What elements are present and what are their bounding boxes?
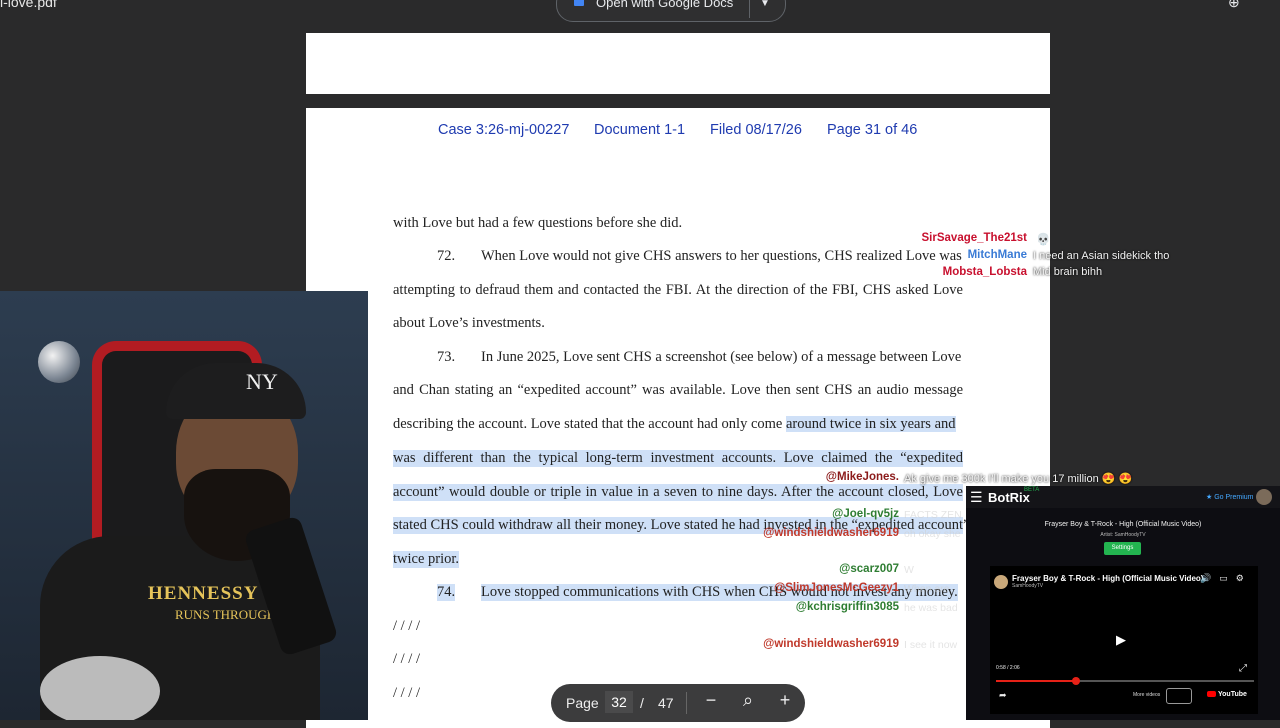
more-videos-label[interactable]: More videos (1133, 692, 1160, 698)
webcam-overlay: NY HENNESSY RUNS THROUGH MY (0, 291, 368, 720)
case-number: Case 3:26-mj-00227 (438, 122, 570, 138)
toolbar-divider (686, 692, 687, 714)
chat-message: Ak give me 300k I'll make you 17 million… (904, 473, 1133, 485)
disco-ball (38, 341, 80, 383)
chat-username: MitchMane (967, 249, 1027, 261)
chat-message: Mid brain bihh (1033, 266, 1103, 278)
cap-logo: NY (246, 369, 278, 394)
chat-username: SirSavage_The21st (921, 232, 1027, 244)
separator-line: / / / / (393, 618, 420, 634)
menu-icon[interactable]: ☰ (970, 489, 983, 506)
play-icon[interactable]: ▶ (1116, 632, 1126, 648)
file-name: i-love.pdf (0, 0, 57, 10)
highlighted-line: account” would double or triple in value… (393, 484, 963, 501)
chat-username: @scarz007 (839, 563, 899, 575)
gear-icon[interactable]: ⚙ (1236, 573, 1252, 583)
highlighted-line: was different than the typical long-term… (393, 450, 963, 467)
shirt-text: HENNESSY (148, 583, 259, 604)
zoom-out-button[interactable]: − (698, 690, 724, 711)
filed-date: Filed 08/17/26 (710, 122, 802, 138)
chat-message: I see it now (904, 639, 958, 651)
channel-avatar[interactable] (994, 575, 1008, 589)
settings-button[interactable]: Settings (1104, 542, 1141, 555)
chat-username: @kchrisgriffin3085 (795, 601, 899, 613)
volume-icon[interactable]: 🔊 (1200, 573, 1219, 583)
doc-line: and Chan stating an “expedited account” … (393, 382, 963, 398)
chat-message: I need an Asian sidekick tho (1033, 250, 1170, 262)
separator-line: / / / / (393, 651, 420, 667)
progress-knob[interactable] (1072, 677, 1080, 685)
video-channel: SamHoodyTV (1012, 583, 1044, 589)
chat-message: When are (904, 583, 950, 595)
page-separator: / (640, 695, 644, 711)
chat-username: @windshieldwasher6919 (763, 638, 899, 650)
document-number: Document 1-1 (594, 122, 686, 138)
highlighted-text: around twice in six years and (785, 416, 956, 432)
page-of: Page 31 of 46 (827, 122, 918, 138)
chat-message: he was bad (904, 602, 958, 614)
separator-line: / / / / (393, 685, 420, 701)
doc-line-text: describing the account. Love stated that… (393, 416, 786, 432)
more-videos-thumbnail[interactable] (1166, 688, 1192, 704)
share-icon[interactable]: ➦ (999, 690, 1007, 701)
open-with-label: Open with Google Docs (596, 0, 734, 10)
total-pages: 47 (658, 695, 674, 711)
now-playing-artist: Artist: SamHoodyTV (1100, 532, 1146, 538)
doc-line: describing the account. Love stated that… (393, 416, 956, 433)
chat-username: @MikeJones. (825, 471, 899, 483)
pdf-page-previous (306, 33, 1050, 94)
chat-message: W (904, 564, 914, 576)
chat-username: @Joel-qv5jz (832, 508, 899, 520)
doc-line: When Love would not give CHS answers to … (481, 248, 962, 264)
now-playing-title: Frayser Boy & T-Rock - High (Official Mu… (1044, 521, 1202, 528)
avatar[interactable] (1256, 489, 1272, 505)
chevron-down-icon[interactable]: ▼ (760, 0, 770, 9)
page-label: Page (566, 695, 599, 711)
paragraph-number: 73. (437, 349, 456, 365)
video-time: 0:58 / 2:06 (996, 665, 1020, 671)
chat-message: FACTS ZEN (904, 509, 962, 521)
doc-line: attempting to defraud them and contacted… (393, 282, 963, 298)
foreground-object (40, 656, 160, 720)
zoom-fit-icon[interactable]: ⌕ (735, 690, 761, 711)
player-controls[interactable]: 🔊▭⚙ (1200, 573, 1252, 584)
pdf-page-header: Case 3:26-mj-00227 Document 1-1 Filed 08… (306, 122, 1050, 142)
captions-icon[interactable]: ▭ (1219, 573, 1236, 583)
doc-line: In June 2025, Love sent CHS a screenshot… (481, 349, 962, 365)
beta-badge: BETA (1024, 487, 1040, 493)
paragraph-number: 74. (437, 584, 456, 601)
zoom-in-button[interactable]: + (772, 690, 798, 711)
doc-line: about Love’s investments. (393, 315, 545, 331)
fullscreen-icon[interactable]: ⤢ (1239, 663, 1247, 674)
video-title[interactable]: Frayser Boy & T-Rock - High (Official Mu… (1012, 574, 1203, 583)
chat-username: @SlimJonesMcGeezy1 (774, 582, 899, 594)
chat-username: Mobsta_Lobsta (942, 266, 1027, 278)
youtube-icon[interactable] (1207, 691, 1216, 697)
paragraph-number: 72. (437, 248, 456, 264)
baseball-cap (166, 363, 306, 419)
page-number-input[interactable]: 32 (605, 691, 633, 713)
chat-username: @windshieldwasher6919 (763, 527, 899, 539)
button-divider (749, 0, 750, 18)
go-premium-link[interactable]: ★ Go Premium (1206, 493, 1254, 501)
chat-message: oh okay she (904, 528, 961, 540)
youtube-link[interactable]: YouTube (1218, 691, 1247, 698)
progress-bar[interactable] (996, 680, 1076, 682)
highlighted-line: twice prior. (393, 551, 460, 568)
doc-line: with Love but had a few questions before… (393, 215, 683, 231)
add-to-drive-icon[interactable]: ⊕ (1228, 0, 1240, 11)
google-docs-icon (574, 0, 584, 6)
emoji-icon: 💀 (1036, 234, 1051, 246)
